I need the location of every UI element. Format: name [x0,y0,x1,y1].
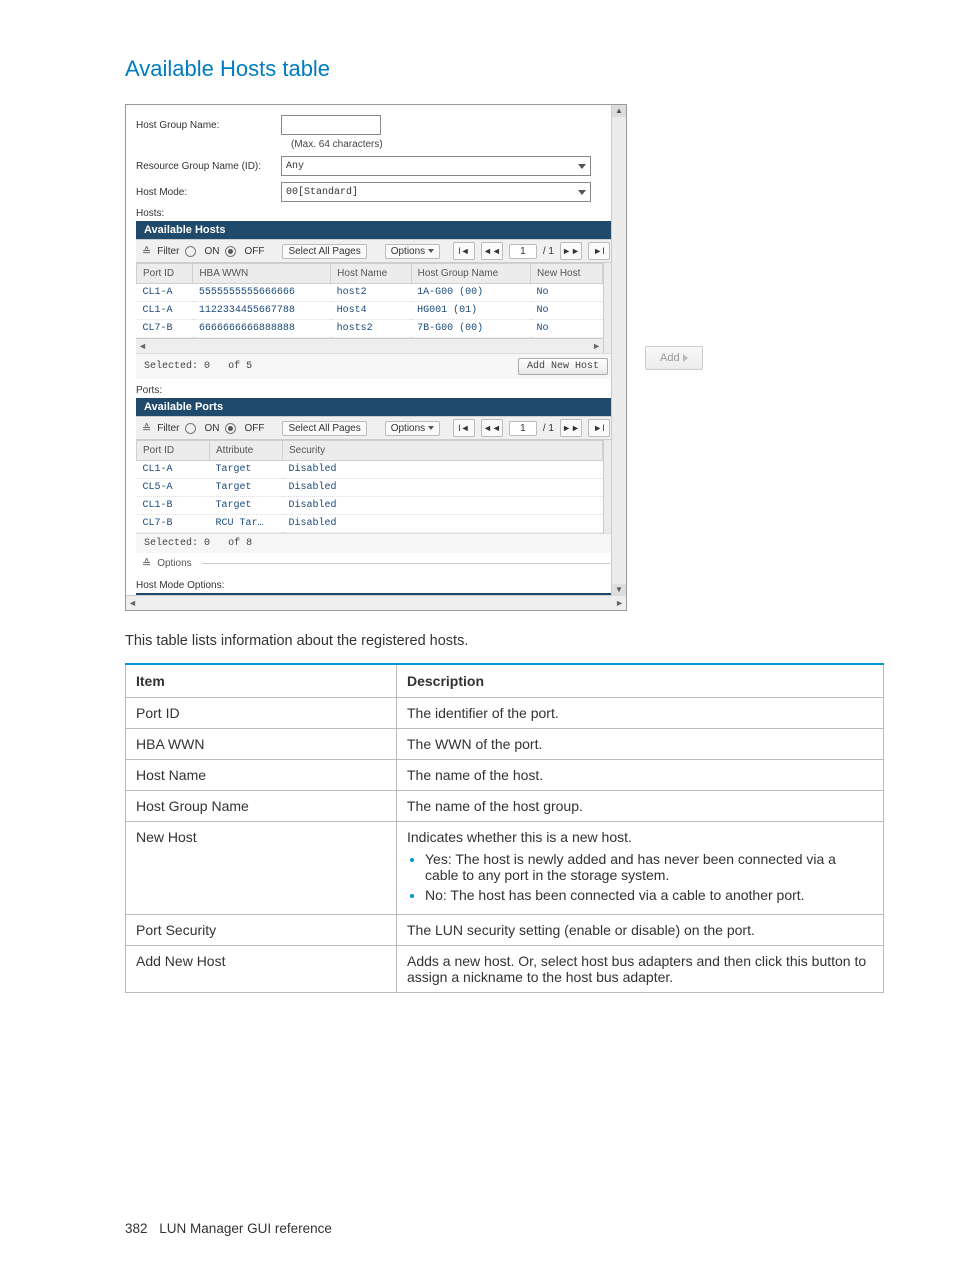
next-page-button[interactable]: ►► [560,242,582,260]
dialog-panel: Host Group Name: (Max. 64 characters) Re… [125,104,627,611]
collapse-icon[interactable] [142,557,151,570]
page-current[interactable]: 1 [509,244,537,259]
filter-off-label: OFF [244,423,264,434]
host-mode-options-label: Host Mode Options: [136,580,616,591]
resource-group-label: Resource Group Name (ID): [136,161,281,172]
table-row: New Host Indicates whether this is a new… [126,822,884,915]
col-attribute[interactable]: Attribute [210,441,283,461]
next-page-button[interactable]: ►► [560,419,582,437]
col-host-name[interactable]: Host Name [331,264,411,284]
col-port-id[interactable]: Port ID [137,441,210,461]
table-row: Host Name The name of the host. [126,760,884,791]
available-hosts-header: Available Hosts [136,221,616,239]
max-chars-note: (Max. 64 characters) [291,139,616,150]
hosts-toolbar: Filter ON OFF Select All Pages Options I… [136,239,616,263]
page-total: / 1 [543,246,554,257]
h-scrollbar[interactable]: ◄► [136,338,603,353]
filter-on-label: ON [204,246,219,257]
doc-col-item: Item [126,664,397,698]
hosts-label: Hosts: [136,208,616,219]
table-row: Add New Host Adds a new host. Or, select… [126,946,884,993]
add-button[interactable]: Add [645,346,703,370]
screenshot-area: Host Group Name: (Max. 64 characters) Re… [125,104,884,611]
host-mode-label: Host Mode: [136,187,281,198]
table-row[interactable]: CL7-B 6666666666888888 hosts2 7B-G00 (00… [137,320,603,338]
table-row: Host Group Name The name of the host gro… [126,791,884,822]
col-port-id[interactable]: Port ID [137,264,193,284]
page-total: / 1 [543,423,554,434]
hosts-status: Selected: 0 of 5 Add New Host [136,353,616,379]
col-hba-wwn[interactable]: HBA WWN [193,264,331,284]
list-item: Yes: The host is newly added and has nev… [425,851,873,883]
dialog-v-scrollbar[interactable]: ▲▼ [611,105,626,596]
footer-title: LUN Manager GUI reference [159,1221,332,1236]
host-mode-select[interactable]: 00[Standard] [281,182,591,202]
first-page-button[interactable]: I◄ [453,242,475,260]
host-group-name-label: Host Group Name: [136,120,281,131]
collapse-icon[interactable] [142,422,151,435]
resource-group-select[interactable]: Any [281,156,591,176]
table-row[interactable]: CL1-A Target Disabled [137,461,603,479]
chevron-down-icon [578,190,586,195]
select-all-pages-button[interactable]: Select All Pages [282,244,366,259]
ports-toolbar: Filter ON OFF Select All Pages Options I… [136,416,616,440]
dialog-h-scrollbar[interactable]: ◄► [126,595,626,610]
available-hosts-table: Port ID HBA WWN Host Name Host Group Nam… [136,263,603,338]
options-button[interactable]: Options [385,244,440,259]
page-number: 382 [125,1221,148,1236]
ports-status: Selected: 0 of 8 [136,533,616,553]
table-row[interactable]: CL5-A Target Disabled [137,479,603,497]
list-item: No: The host has been connected via a ca… [425,887,873,903]
ports-label: Ports: [136,385,616,396]
table-row[interactable]: CL1-B Target Disabled [137,497,603,515]
filter-off-label: OFF [244,246,264,257]
chevron-right-icon [683,354,688,362]
host-mode-value: 00[Standard] [286,187,358,198]
documentation-table: Item Description Port ID The identifier … [125,663,884,993]
first-page-button[interactable]: I◄ [453,419,475,437]
chevron-down-icon [578,164,586,169]
prev-page-button[interactable]: ◄◄ [481,242,503,260]
col-host-group-name[interactable]: Host Group Name [411,264,530,284]
col-new-host[interactable]: New Host [531,264,603,284]
table-row: HBA WWN The WWN of the port. [126,729,884,760]
filter-off-radio[interactable] [225,246,236,257]
resource-group-value: Any [286,161,304,172]
last-page-button[interactable]: ►I [588,419,610,437]
prev-page-button[interactable]: ◄◄ [481,419,503,437]
filter-label: Filter [157,246,179,257]
table-row[interactable]: CL1-A 1122334455667788 Host4 HG001 (01) … [137,302,603,320]
col-security[interactable]: Security [283,441,603,461]
new-host-intro: Indicates whether this is a new host. [407,829,632,845]
available-ports-header: Available Ports [136,398,616,416]
description-text: This table lists information about the r… [125,633,884,649]
collapse-icon[interactable] [142,245,151,258]
table-row: Port ID The identifier of the port. [126,698,884,729]
section-title: Available Hosts table [125,56,884,82]
host-group-name-input[interactable] [281,115,381,135]
available-ports-table: Port ID Attribute Security CL1-A Target … [136,440,603,533]
filter-label: Filter [157,423,179,434]
table-row: Port Security The LUN security setting (… [126,915,884,946]
filter-on-radio[interactable] [185,423,196,434]
page-current[interactable]: 1 [509,421,537,436]
table-row[interactable]: CL7-B RCU Tar… Disabled [137,515,603,533]
page-footer: 382 LUN Manager GUI reference [125,1221,332,1236]
select-all-pages-button[interactable]: Select All Pages [282,421,366,436]
options-section-label: Options [157,558,191,569]
table-row[interactable]: CL1-A 5555555555666666 host2 1A-G00 (00)… [137,284,603,302]
last-page-button[interactable]: ►I [588,242,610,260]
filter-off-radio[interactable] [225,423,236,434]
filter-on-radio[interactable] [185,246,196,257]
options-button[interactable]: Options [385,421,440,436]
filter-on-label: ON [204,423,219,434]
add-new-host-button[interactable]: Add New Host [518,358,608,375]
doc-col-description: Description [397,664,884,698]
